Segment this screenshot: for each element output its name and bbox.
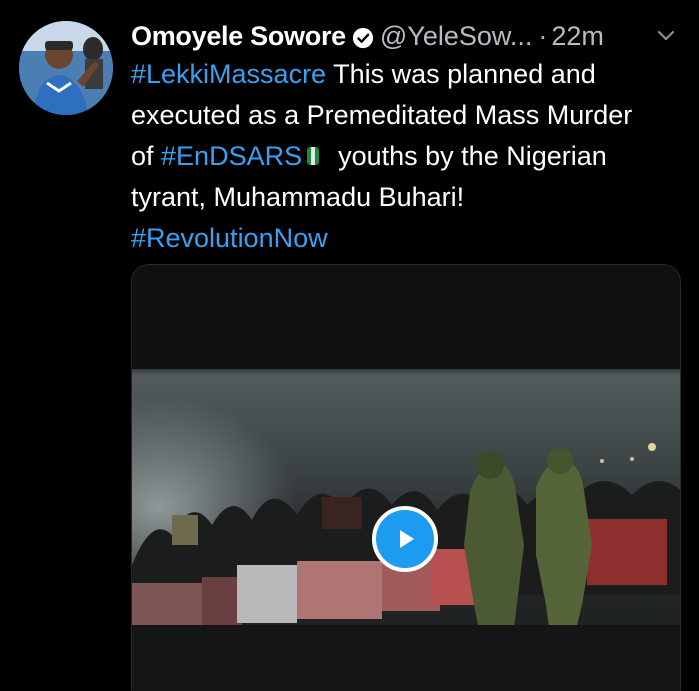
- play-button[interactable]: [372, 506, 438, 572]
- tweet-text-segment: of: [131, 141, 162, 171]
- verified-badge-icon: [352, 25, 374, 49]
- play-icon: [400, 530, 414, 548]
- tweet[interactable]: Omoyele Sowore @YeleSow... · 22m #LekkiM…: [0, 0, 699, 691]
- hashtag-link[interactable]: #RevolutionNow: [131, 223, 328, 253]
- tweet-text-segment: youths by the Nigerian: [338, 141, 607, 171]
- video-player[interactable]: [131, 264, 681, 691]
- author-name[interactable]: Omoyele Sowore: [131, 21, 346, 52]
- avatar[interactable]: [19, 21, 113, 115]
- tweet-line-3: of #EnDSARS youths by the Nigerian: [131, 136, 679, 177]
- hashtag-link[interactable]: #LekkiMassacre: [131, 59, 326, 89]
- tweet-line-4: tyrant, Muhammadu Buhari!: [131, 182, 465, 212]
- tweet-text: #LekkiMassacre This was planned and exec…: [131, 54, 679, 259]
- tweet-timestamp[interactable]: 22m: [551, 21, 604, 52]
- tweet-header: Omoyele Sowore @YeleSow... · 22m: [131, 16, 679, 56]
- tweet-text-segment: This was planned and: [326, 59, 596, 89]
- separator-dot: ·: [538, 20, 548, 51]
- nigeria-flag-emoji-icon: [306, 139, 320, 165]
- video-thumbnail: [132, 265, 680, 691]
- hashtag-link[interactable]: #EnDSARS: [161, 141, 302, 171]
- tweet-line-5: #RevolutionNow: [131, 218, 679, 259]
- author-handle[interactable]: @YeleSow...: [380, 21, 533, 52]
- chevron-down-icon[interactable]: [653, 22, 679, 48]
- tweet-line-2: executed as a Premeditated Mass Murder: [131, 100, 633, 130]
- tweet-line-1: #LekkiMassacre This was planned and: [131, 54, 679, 95]
- avatar-photo: [19, 21, 113, 115]
